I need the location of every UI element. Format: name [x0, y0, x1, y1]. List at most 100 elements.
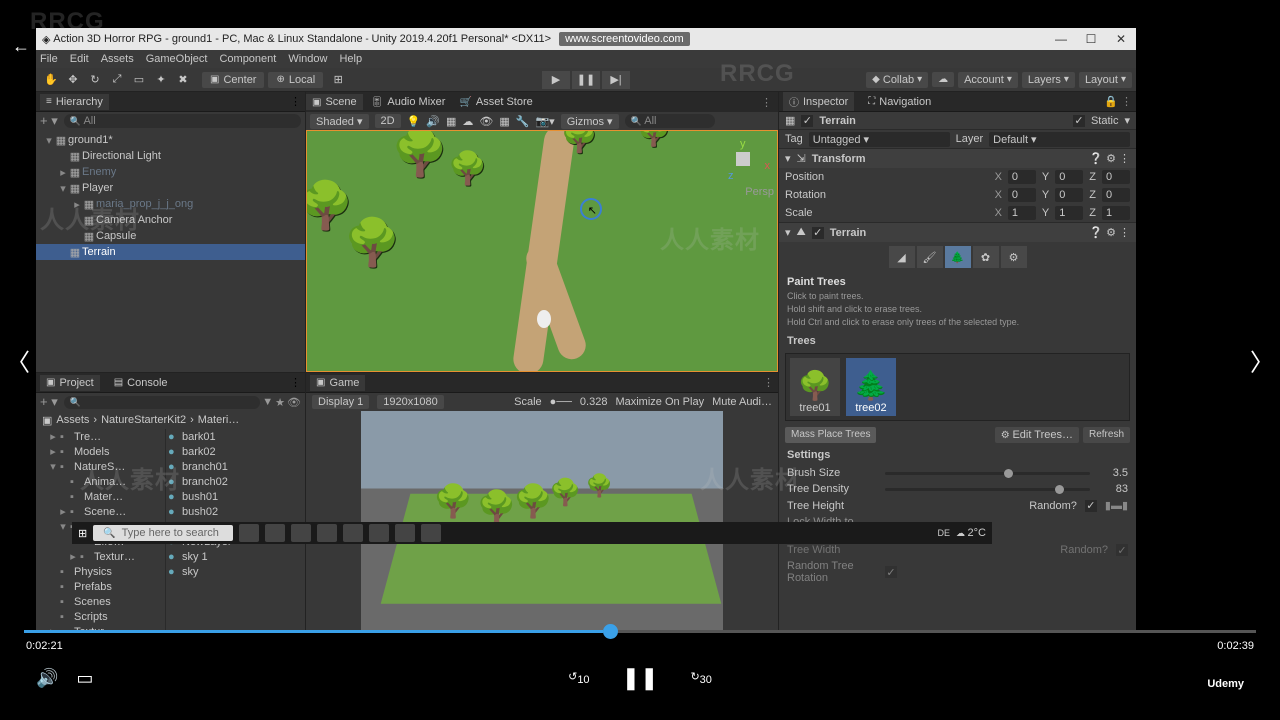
rot-x-field[interactable]: 0: [1008, 188, 1036, 202]
mode-2d-toggle[interactable]: 2D: [375, 114, 401, 128]
cloud-icon[interactable]: ☁: [932, 72, 954, 87]
audio-icon[interactable]: 🔊: [426, 115, 440, 128]
snap-icon[interactable]: ⊞: [327, 70, 349, 90]
hierarchy-item[interactable]: ▾▦ground1*: [36, 132, 305, 148]
scene-view[interactable]: 🌳 🌳 🌳 🌳 🌳 🌳 ↖ yxz Persp: [306, 130, 778, 372]
play-button-icon[interactable]: ▶: [542, 71, 570, 89]
tree-prototype-list[interactable]: 🌳tree01 🌲tree02: [785, 353, 1130, 421]
terrain-raise-icon[interactable]: ◢: [889, 246, 915, 268]
windows-taskbar[interactable]: ⊞ 🔍 Type here to search DE ☁ 2°C: [72, 522, 992, 544]
terrain-paint-icon[interactable]: 🖌: [917, 246, 943, 268]
project-folder[interactable]: ▸▪Tre…: [36, 429, 165, 444]
menu-window[interactable]: Window: [288, 53, 327, 65]
step-button-icon[interactable]: ▶|: [602, 71, 630, 89]
project-add-icon[interactable]: + ▾: [40, 394, 58, 410]
tree-thumb-1[interactable]: 🌳tree01: [790, 358, 840, 416]
light-icon[interactable]: 💡: [407, 115, 421, 128]
static-label[interactable]: Static: [1091, 115, 1119, 127]
tools-icon[interactable]: 🔧: [516, 115, 530, 128]
menu-help[interactable]: Help: [339, 53, 362, 65]
menu-gameobject[interactable]: GameObject: [146, 53, 208, 65]
layer-dropdown[interactable]: Default ▾: [989, 132, 1130, 147]
start-icon[interactable]: ⊞: [78, 527, 87, 540]
captions-icon[interactable]: ▭: [76, 668, 93, 689]
mass-place-button[interactable]: Mass Place Trees: [785, 427, 876, 443]
shading-dropdown[interactable]: Shaded ▾: [310, 114, 369, 129]
tab-audio-mixer[interactable]: 🎚 Audio Mixer: [365, 94, 452, 110]
tb-app-6[interactable]: [369, 524, 389, 542]
pos-x-field[interactable]: 0: [1008, 170, 1036, 184]
project-filter-icon[interactable]: ▼: [262, 396, 273, 408]
refresh-button[interactable]: Refresh: [1083, 427, 1130, 443]
project-folder[interactable]: ▪Scenes: [36, 594, 165, 609]
move-tool-icon[interactable]: ✥: [62, 70, 84, 90]
camera-icon[interactable]: 📷▾: [535, 115, 554, 128]
hierarchy-item[interactable]: ▦Directional Light: [36, 148, 305, 164]
rect-tool-icon[interactable]: ▭: [128, 70, 150, 90]
tree-thumb-2[interactable]: 🌲tree02: [846, 358, 896, 416]
height-random-checkbox[interactable]: ✓: [1085, 500, 1097, 512]
brush-size-value[interactable]: 3.5: [1098, 467, 1128, 479]
project-asset[interactable]: ●sky: [166, 564, 305, 579]
taskbar-lang[interactable]: DE: [938, 528, 951, 538]
project-favorite-icon[interactable]: ★: [275, 396, 285, 409]
hierarchy-add-icon[interactable]: + ▾: [40, 113, 58, 129]
taskbar-weather[interactable]: 2°C: [968, 527, 986, 539]
pos-y-field[interactable]: 0: [1055, 170, 1083, 184]
layers-dropdown[interactable]: Layers ▾: [1022, 72, 1075, 88]
rot-y-field[interactable]: 0: [1055, 188, 1083, 202]
game-menu-icon[interactable]: ⋮: [763, 376, 774, 389]
grid-icon[interactable]: ▦: [499, 115, 509, 128]
tab-project[interactable]: ▣ Project: [40, 375, 100, 391]
custom-tool-icon[interactable]: ✖: [172, 70, 194, 90]
brush-size-slider[interactable]: [885, 472, 1090, 475]
display-dropdown[interactable]: Display 1: [312, 395, 369, 409]
menu-edit[interactable]: Edit: [70, 53, 89, 65]
static-checkbox[interactable]: ✓: [1073, 115, 1085, 127]
project-asset[interactable]: ●bark01: [166, 429, 305, 444]
gizmos-dropdown[interactable]: Gizmos ▾: [561, 114, 619, 129]
project-asset[interactable]: ●sky 1: [166, 549, 305, 564]
tb-app-7[interactable]: [395, 524, 415, 542]
scale-tool-icon[interactable]: ⤢: [106, 70, 128, 90]
scale-slider[interactable]: ●──: [550, 396, 572, 408]
taskbar-search[interactable]: 🔍 Type here to search: [93, 525, 233, 541]
tab-game[interactable]: ▣ Game: [310, 375, 365, 391]
menu-file[interactable]: File: [40, 53, 58, 65]
hidden-icon[interactable]: 👁: [479, 115, 493, 128]
forward-icon[interactable]: ↻30: [690, 670, 711, 686]
pivot-local-button[interactable]: ⊕ Local: [268, 72, 323, 88]
scale-z-field[interactable]: 1: [1102, 206, 1130, 220]
menu-component[interactable]: Component: [219, 53, 276, 65]
hierarchy-item[interactable]: ▦Camera Anchor: [36, 212, 305, 228]
layout-dropdown[interactable]: Layout ▾: [1079, 72, 1132, 88]
hierarchy-item[interactable]: ▸▦maria_prop_j_j_ong: [36, 196, 305, 212]
pause-button-icon[interactable]: ❚❚: [572, 71, 600, 89]
tb-app-2[interactable]: [265, 524, 285, 542]
project-folder[interactable]: ▪Scripts: [36, 609, 165, 624]
hierarchy-item[interactable]: ▦Capsule: [36, 228, 305, 244]
volume-icon[interactable]: 🔊: [36, 668, 58, 689]
terrain-details-icon[interactable]: ✿: [973, 246, 999, 268]
project-folder[interactable]: ▪Mater…: [36, 489, 165, 504]
prev-arrow-icon[interactable]: 〈: [6, 343, 30, 378]
project-asset[interactable]: ●branch02: [166, 474, 305, 489]
tb-app-4[interactable]: [317, 524, 337, 542]
rewind-icon[interactable]: ↺10: [568, 670, 589, 686]
hierarchy-item[interactable]: ▾▦Player: [36, 180, 305, 196]
resolution-dropdown[interactable]: 1920x1080: [377, 395, 443, 409]
tab-asset-store[interactable]: 🛒 Asset Store: [453, 94, 538, 110]
scene-menu-icon[interactable]: ⋮: [755, 96, 778, 109]
terrain-enabled-checkbox[interactable]: ✓: [812, 227, 824, 239]
pos-z-field[interactable]: 0: [1102, 170, 1130, 184]
project-folder[interactable]: ▪Anima…: [36, 474, 165, 489]
active-checkbox[interactable]: ✓: [801, 115, 813, 127]
video-progress[interactable]: 0:02:21 0:02:39: [0, 630, 1280, 660]
project-hidden-icon[interactable]: 👁: [287, 396, 301, 409]
tb-app-5[interactable]: [343, 524, 363, 542]
scale-x-field[interactable]: 1: [1008, 206, 1036, 220]
hierarchy-item[interactable]: ▸▦Enemy: [36, 164, 305, 180]
sky-icon[interactable]: ☁: [462, 115, 473, 128]
project-folder[interactable]: ▾▪NatureS…: [36, 459, 165, 474]
project-folder[interactable]: ▪Physics: [36, 564, 165, 579]
